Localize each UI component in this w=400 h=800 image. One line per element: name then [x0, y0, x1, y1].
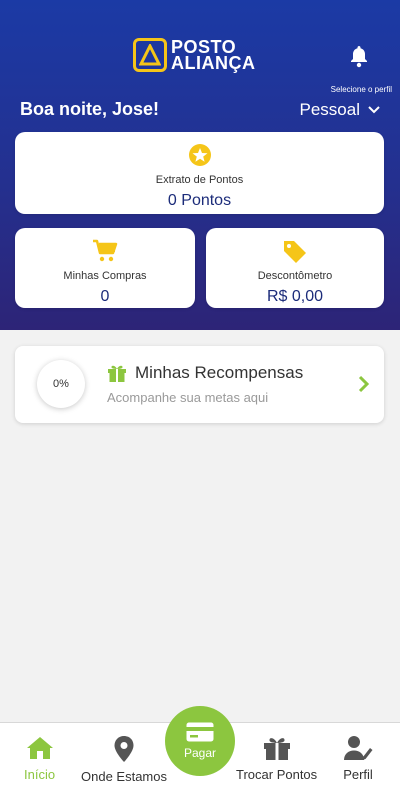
profile-value: Pessoal [299, 100, 360, 119]
greeting: Boa noite, Jose! [20, 99, 160, 119]
tab-perfil[interactable]: Perfil [343, 735, 373, 782]
points-statement-label: Extrato de Pontos [155, 174, 244, 186]
tab-trocar-pontos[interactable]: Trocar Pontos [236, 735, 317, 782]
gift-icon [108, 365, 126, 382]
logo-mark-icon [133, 38, 167, 72]
chevron-right-icon[interactable] [358, 375, 370, 393]
tab-inicio[interactable]: Início [24, 735, 55, 782]
map-pin-icon [114, 736, 134, 762]
rewards-title: Minhas Recompensas [135, 363, 304, 382]
discount-meter-value: R$ 0,00 [266, 288, 324, 305]
rewards-progress: 0% [37, 360, 85, 408]
discount-meter-label: Descontômetro [257, 270, 333, 282]
tab-inicio-label: Início [24, 767, 56, 782]
gift-icon [263, 738, 290, 760]
chevron-down-icon [368, 106, 380, 114]
rewards-subtitle: Acompanhe sua metas aqui [107, 390, 269, 405]
price-tag-icon [282, 238, 308, 264]
pay-button[interactable]: Pagar [165, 706, 235, 776]
my-purchases-value: 0 [100, 288, 110, 305]
user-edit-icon [344, 736, 373, 760]
cart-icon [92, 238, 118, 264]
rewards-card[interactable]: 0% Minhas Recompensas Acompanhe sua meta… [15, 346, 384, 423]
profile-hint: Selecione o perfil [330, 85, 392, 94]
my-purchases-label: Minhas Compras [63, 270, 147, 282]
brand-line2: ALIANÇA [171, 53, 256, 73]
tab-trocar-pontos-label: Trocar Pontos [236, 767, 318, 782]
credit-card-icon [186, 722, 214, 742]
brand-logo: POSTO ALIANÇA [133, 38, 256, 72]
points-statement-card[interactable]: Extrato de Pontos 0 Pontos [15, 132, 384, 214]
pay-label: Pagar [183, 746, 217, 760]
discount-meter-card[interactable]: Descontômetro R$ 0,00 [206, 228, 384, 308]
points-statement-value: 0 Pontos [167, 192, 232, 209]
header: POSTO ALIANÇA Selecione o perfil Pessoal… [0, 0, 400, 330]
tab-onde-estamos[interactable]: Onde Estamos [81, 735, 167, 784]
bell-icon[interactable] [347, 44, 371, 68]
tab-perfil-label: Perfil [343, 767, 373, 782]
star-icon [188, 142, 212, 168]
my-purchases-card[interactable]: Minhas Compras 0 [15, 228, 195, 308]
home-icon [26, 737, 53, 759]
profile-select[interactable]: Pessoal [300, 100, 380, 120]
tab-onde-estamos-label: Onde Estamos [81, 769, 167, 784]
